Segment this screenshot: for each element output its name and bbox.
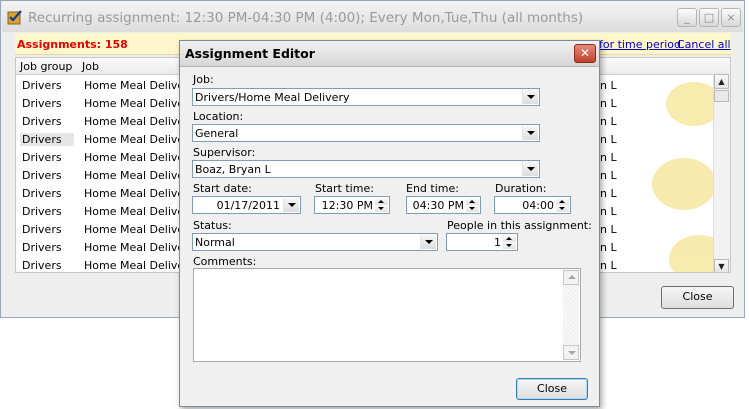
people-value: 1 — [494, 236, 501, 249]
column-header-job[interactable]: Job — [82, 60, 99, 73]
scroll-up-icon[interactable]: ▲ — [714, 74, 729, 89]
spin-down-icon[interactable] — [556, 205, 569, 212]
scroll-up-icon[interactable] — [563, 270, 579, 285]
scroll-down-icon[interactable] — [563, 345, 579, 360]
dropdown-arrow-icon[interactable] — [283, 198, 299, 212]
job-group-cell: Drivers — [22, 241, 62, 254]
job-group-cell: Drivers — [22, 205, 62, 218]
location-value: General — [195, 127, 239, 140]
end-time-spin[interactable] — [466, 198, 479, 212]
dialog-close-icon[interactable]: ✕ — [574, 44, 596, 63]
supervisor-label: Supervisor: — [193, 146, 256, 159]
dropdown-arrow-icon[interactable] — [522, 126, 538, 140]
start-date-label: Start date: — [193, 182, 252, 195]
close-icon: × — [726, 11, 736, 24]
start-time-label: Start time: — [315, 182, 374, 195]
job-group-cell: Drivers — [22, 223, 62, 236]
assignment-editor-dialog: Assignment Editor ✕ Job: Drivers/Home Me… — [179, 40, 600, 407]
supervisor-select[interactable]: Boaz, Bryan L — [192, 160, 540, 178]
people-label: People in this assignment: — [447, 219, 592, 232]
scroll-down-icon[interactable]: ▼ — [714, 259, 729, 272]
duration-value: 04:00 — [522, 199, 554, 212]
spin-down-icon[interactable] — [466, 205, 479, 212]
people-spinner[interactable]: 1 — [446, 233, 518, 251]
maximize-icon: □ — [703, 11, 715, 24]
duration-label: Duration: — [495, 182, 547, 195]
status-value: Normal — [195, 236, 235, 249]
job-value: Drivers/Home Meal Delivery — [195, 91, 350, 104]
scroll-thumb[interactable] — [714, 90, 729, 102]
job-group-cell: Drivers — [22, 79, 62, 92]
location-select[interactable]: General — [192, 124, 540, 142]
dialog-close-button[interactable]: Close — [516, 378, 588, 400]
job-select[interactable]: Drivers/Home Meal Delivery — [192, 88, 540, 106]
job-group-cell: Drivers — [22, 97, 62, 110]
spin-down-icon[interactable] — [375, 205, 388, 212]
window-close-action-button[interactable]: Close — [661, 286, 734, 309]
job-group-cell: Drivers — [20, 133, 74, 146]
spin-up-icon[interactable] — [466, 198, 479, 205]
spin-up-icon[interactable] — [556, 198, 569, 205]
start-time-spin[interactable] — [375, 198, 388, 212]
column-header-job-group[interactable]: Job group — [20, 60, 72, 73]
duration-spinner[interactable]: 04:00 — [494, 196, 571, 214]
job-group-cell: Drivers — [22, 151, 62, 164]
window-close-button[interactable]: × — [721, 8, 741, 27]
location-label: Location: — [193, 110, 244, 123]
comments-label: Comments: — [193, 255, 257, 268]
job-group-cell: Drivers — [22, 187, 62, 200]
minimize-button[interactable]: _ — [677, 8, 697, 27]
start-date-value: 01/17/2011 — [216, 199, 280, 212]
dialog-titlebar: Assignment Editor ✕ — [180, 41, 599, 67]
spin-down-icon[interactable] — [503, 242, 516, 249]
status-label: Status: — [193, 219, 232, 232]
background-watermark — [652, 82, 714, 272]
start-date-picker[interactable]: 01/17/2011 — [192, 196, 301, 214]
window-titlebar: Recurring assignment: 12:30 PM-04:30 PM … — [2, 2, 743, 32]
job-group-cell: Drivers — [22, 115, 62, 128]
dropdown-arrow-icon[interactable] — [420, 235, 436, 249]
job-group-cell: Drivers — [22, 259, 62, 272]
end-time-value: 04:30 PM — [412, 199, 464, 212]
spin-up-icon[interactable] — [375, 198, 388, 205]
time-period-link[interactable]: for time period — [599, 38, 681, 51]
supervisor-value: Boaz, Bryan L — [195, 163, 271, 176]
grid-scrollbar[interactable]: ▲ ▼ — [713, 74, 730, 272]
end-time-label: End time: — [406, 182, 459, 195]
people-spin[interactable] — [503, 235, 516, 249]
maximize-button[interactable]: □ — [699, 8, 719, 27]
start-time-spinner[interactable]: 12:30 PM — [314, 196, 390, 214]
window-title: Recurring assignment: 12:30 PM-04:30 PM … — [28, 10, 584, 26]
dialog-title: Assignment Editor — [185, 46, 315, 61]
duration-spin[interactable] — [556, 198, 569, 212]
start-time-value: 12:30 PM — [321, 199, 373, 212]
comments-scrollbar[interactable] — [563, 270, 579, 360]
job-label: Job: — [193, 73, 214, 86]
job-group-cell: Drivers — [22, 169, 62, 182]
dropdown-arrow-icon[interactable] — [522, 162, 538, 176]
status-select[interactable]: Normal — [192, 233, 438, 251]
spin-up-icon[interactable] — [503, 235, 516, 242]
comments-field[interactable] — [193, 268, 581, 362]
cancel-all-link[interactable]: Cancel all — [677, 38, 731, 51]
dropdown-arrow-icon[interactable] — [522, 90, 538, 104]
end-time-spinner[interactable]: 04:30 PM — [406, 196, 481, 214]
app-icon — [7, 10, 22, 25]
assignments-count: Assignments: 158 — [17, 38, 128, 51]
minimize-icon: _ — [684, 11, 690, 24]
